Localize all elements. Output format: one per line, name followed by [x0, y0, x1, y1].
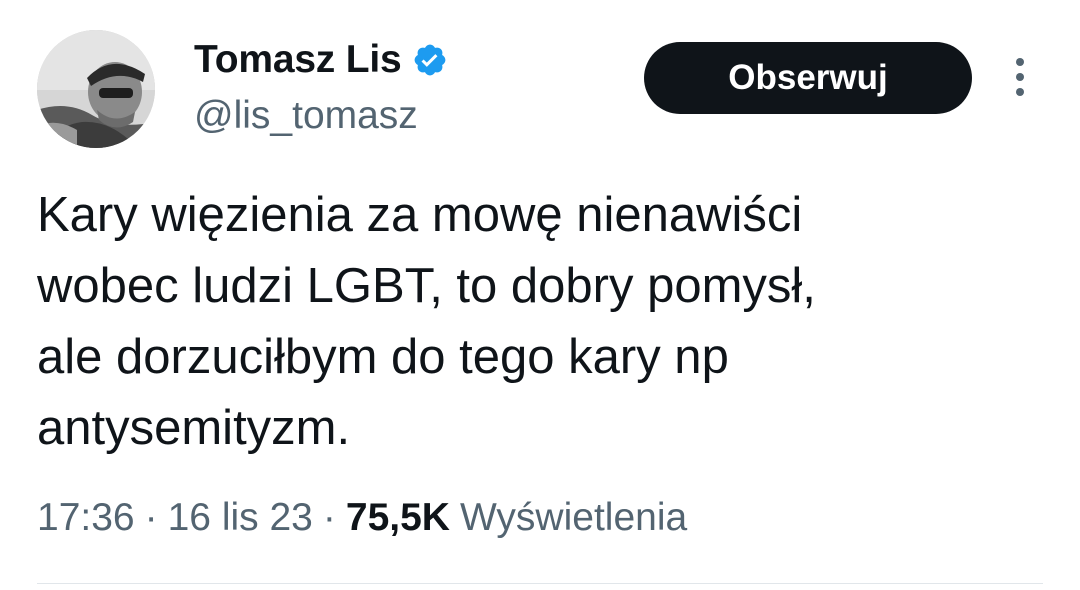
- avatar-photo: [37, 30, 155, 148]
- views-count: 75,5K: [345, 496, 450, 539]
- author-name-row: Tomasz Lis: [194, 38, 448, 82]
- avatar[interactable]: [37, 30, 155, 148]
- more-vertical-icon[interactable]: [1006, 54, 1034, 100]
- author-handle[interactable]: @lis_tomasz: [194, 94, 418, 138]
- tweet-text-line: Kary więzienia za mowę nienawiści: [37, 188, 803, 242]
- tweet-text-line: antysemityzm.: [37, 401, 351, 455]
- tweet-text-line: ale dorzuciłbym do tego kary np: [37, 330, 729, 384]
- divider: [37, 583, 1043, 584]
- meta-separator: ·: [322, 496, 336, 539]
- meta-separator: ·: [144, 496, 158, 539]
- views-label: Wyświetlenia: [459, 496, 688, 539]
- tweet-date[interactable]: 16 lis 23: [168, 496, 313, 540]
- tweet-time[interactable]: 17:36: [37, 496, 135, 540]
- tweet-card: Tomasz Lis @lis_tomasz Obserwuj Kary wię…: [0, 0, 1080, 590]
- verified-badge-icon[interactable]: [412, 42, 448, 78]
- tweet-meta: 17:36 · 16 lis 23 · 75,5K Wyświetlenia: [37, 496, 687, 540]
- tweet-text: Kary więzienia za mowę nienawiści wobec …: [37, 180, 1037, 464]
- follow-button[interactable]: Obserwuj: [644, 42, 972, 114]
- tweet-text-line: wobec ludzi LGBT, to dobry pomysł,: [37, 259, 816, 313]
- author-display-name[interactable]: Tomasz Lis: [194, 38, 402, 82]
